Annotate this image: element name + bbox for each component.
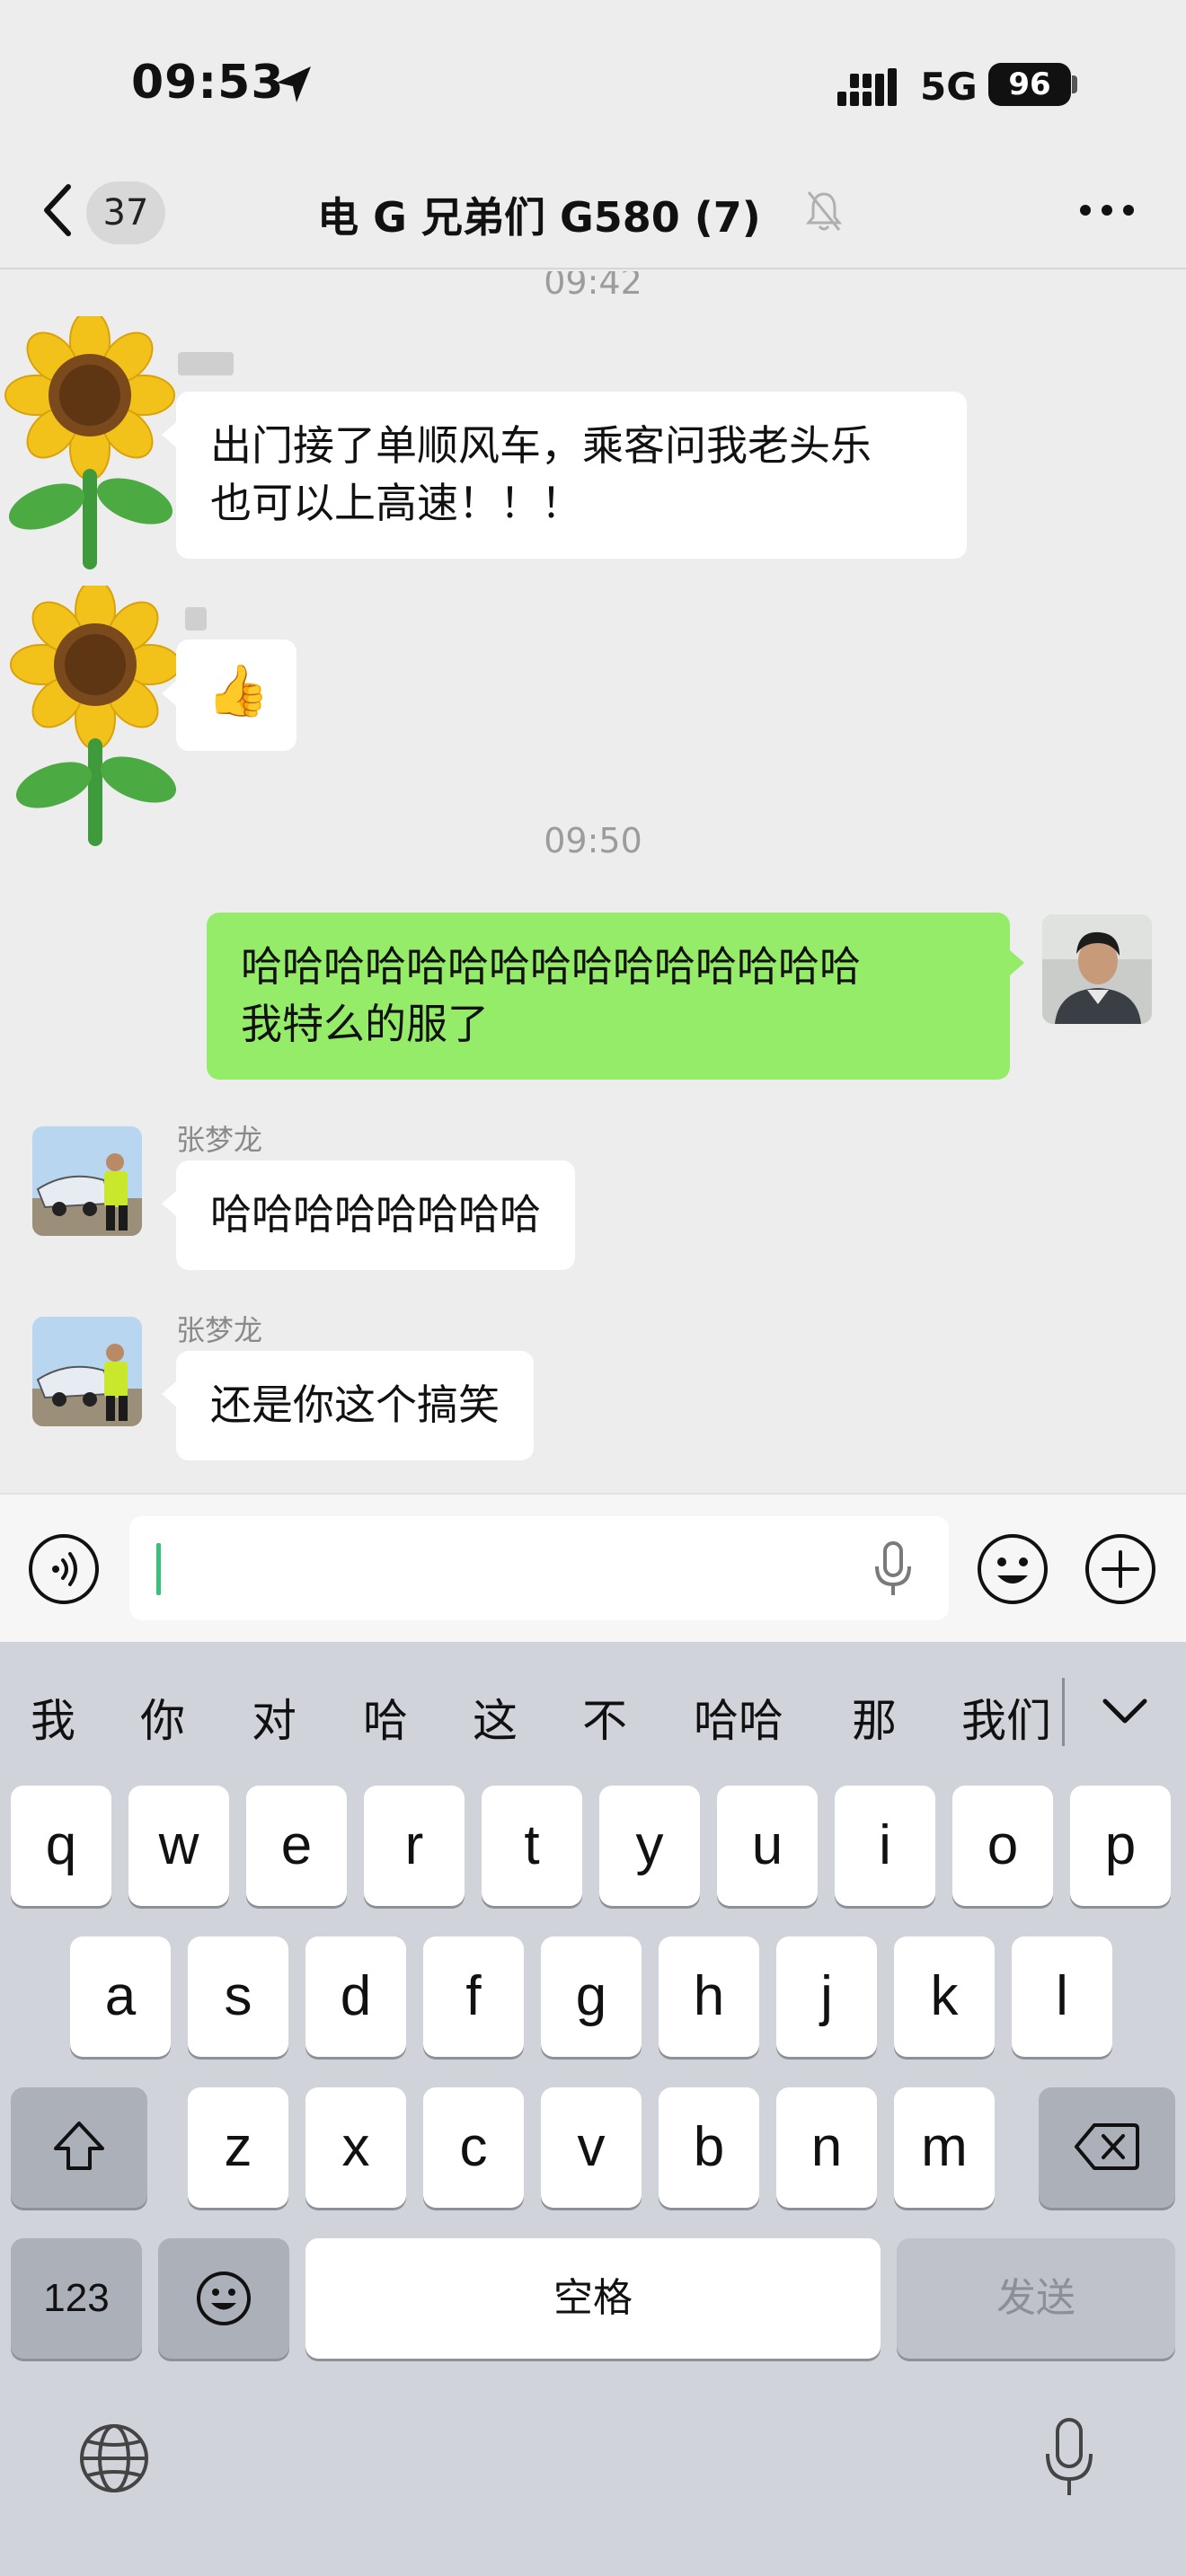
key-c[interactable]: c xyxy=(423,2087,524,2208)
emoji-key[interactable] xyxy=(158,2238,289,2359)
timestamp: 09:42 xyxy=(544,271,642,302)
key-e[interactable]: e xyxy=(246,1786,347,1906)
message-text-line: 哈哈哈哈哈哈哈哈哈哈哈哈哈哈哈 xyxy=(241,942,861,991)
candidate-word[interactable]: 对 xyxy=(252,1685,296,1750)
candidate-word[interactable]: 哈哈 xyxy=(694,1685,783,1750)
battery-cap xyxy=(1072,75,1077,93)
sender-name-redacted xyxy=(185,607,207,631)
globe-icon[interactable] xyxy=(77,2422,151,2495)
chat-title[interactable]: 电 G 兄弟们 G580 (7) xyxy=(270,185,809,244)
bubble-tail xyxy=(162,1191,176,1216)
key-d[interactable]: d xyxy=(305,1936,406,2057)
key-t[interactable]: t xyxy=(482,1786,582,1906)
my-avatar[interactable] xyxy=(1042,914,1152,1024)
timestamp: 09:50 xyxy=(544,821,642,860)
battery-level: 96 xyxy=(988,63,1071,106)
chat-message-list[interactable]: 09:42 出门接了单顺风车，乘客问我老头乐 也可以上高速！！！ 👍 09:50… xyxy=(0,271,1186,1493)
key-o[interactable]: o xyxy=(952,1786,1053,1906)
bubble-tail xyxy=(162,681,176,706)
back-chevron-icon[interactable] xyxy=(40,181,75,239)
space-key[interactable]: 空格 xyxy=(305,2238,881,2359)
message-text-line: 出门接了单顺风车，乘客问我老头乐 xyxy=(210,421,872,470)
message-bubble[interactable]: 还是你这个搞笑 xyxy=(176,1351,534,1460)
message-input[interactable] xyxy=(129,1516,949,1620)
sender-name-redacted xyxy=(178,352,234,375)
text-caret xyxy=(156,1543,161,1595)
message-text: 还是你这个搞笑 xyxy=(210,1381,500,1429)
emoji-face-icon xyxy=(197,2272,251,2325)
backspace-icon xyxy=(1075,2123,1139,2170)
chat-nav-bar: 37 电 G 兄弟们 G580 (7) xyxy=(0,162,1186,269)
muted-bell-icon xyxy=(805,191,843,231)
dictation-microphone-icon[interactable] xyxy=(1042,2416,1096,2501)
message-bubble[interactable]: 👍 xyxy=(176,640,296,751)
cellular-signal-icon xyxy=(837,68,897,106)
key-j[interactable]: j xyxy=(776,1936,877,2057)
key-s[interactable]: s xyxy=(188,1936,288,2057)
key-w[interactable]: w xyxy=(128,1786,229,1906)
candidate-word[interactable]: 不 xyxy=(582,1685,627,1750)
key-i[interactable]: i xyxy=(835,1786,935,1906)
key-g[interactable]: g xyxy=(541,1936,642,2057)
location-arrow-icon xyxy=(277,66,311,102)
key-p[interactable]: p xyxy=(1070,1786,1171,1906)
key-k[interactable]: k xyxy=(894,1936,995,2057)
sunflower-avatar[interactable] xyxy=(5,586,185,855)
key-m[interactable]: m xyxy=(894,2087,995,2208)
message-text-line: 也可以上高速！！！ xyxy=(210,479,582,527)
zhang-menglong-avatar[interactable] xyxy=(32,1317,142,1426)
key-q[interactable]: q xyxy=(11,1786,111,1906)
expand-candidates-chevron-icon[interactable] xyxy=(1102,1696,1148,1726)
send-key[interactable]: 发送 xyxy=(897,2238,1175,2359)
candidate-word[interactable]: 我们 xyxy=(961,1685,1051,1750)
bubble-tail xyxy=(162,422,176,447)
candidate-divider xyxy=(1062,1678,1065,1746)
shift-key[interactable] xyxy=(11,2087,147,2208)
voice-mode-icon[interactable] xyxy=(27,1532,101,1606)
candidate-word[interactable]: 这 xyxy=(473,1685,518,1750)
sunflower-avatar[interactable] xyxy=(0,316,180,577)
key-y[interactable]: y xyxy=(599,1786,700,1906)
delete-key[interactable] xyxy=(1039,2087,1175,2208)
thumbs-up-emoji: 👍 xyxy=(207,662,270,720)
key-b[interactable]: b xyxy=(659,2087,759,2208)
candidate-word[interactable]: 你 xyxy=(140,1685,185,1750)
message-text: 哈哈哈哈哈哈哈哈 xyxy=(210,1190,541,1239)
message-bubble[interactable]: 哈哈哈哈哈哈哈哈 xyxy=(176,1160,575,1270)
numbers-key[interactable]: 123 xyxy=(11,2238,142,2359)
sender-name: 张梦龙 xyxy=(176,1313,263,1347)
network-type: 5G xyxy=(920,65,978,109)
key-v[interactable]: v xyxy=(541,2087,642,2208)
key-f[interactable]: f xyxy=(423,1936,524,2057)
message-input-bar xyxy=(0,1493,1186,1642)
status-time: 09:53 xyxy=(131,56,285,110)
message-text-line: 我特么的服了 xyxy=(241,1000,489,1048)
key-z[interactable]: z xyxy=(188,2087,288,2208)
sender-name: 张梦龙 xyxy=(176,1123,263,1157)
more-options-icon[interactable] xyxy=(1078,201,1136,219)
candidate-word[interactable]: 我 xyxy=(31,1685,75,1750)
shift-arrow-icon xyxy=(54,2122,104,2170)
unread-count-badge[interactable]: 37 xyxy=(86,181,165,244)
add-plus-icon[interactable] xyxy=(1084,1532,1157,1606)
key-l[interactable]: l xyxy=(1012,1936,1112,2057)
key-x[interactable]: x xyxy=(305,2087,406,2208)
my-message-bubble[interactable]: 哈哈哈哈哈哈哈哈哈哈哈哈哈哈哈 我特么的服了 xyxy=(207,913,1010,1080)
bubble-tail xyxy=(1010,950,1024,975)
key-h[interactable]: h xyxy=(659,1936,759,2057)
key-a[interactable]: a xyxy=(70,1936,171,2057)
ios-keyboard: 我 你 对 哈 这 不 哈哈 那 我们 q w e r t y u i o p … xyxy=(0,1642,1186,2576)
candidate-word[interactable]: 那 xyxy=(852,1685,897,1750)
key-r[interactable]: r xyxy=(364,1786,465,1906)
zhang-menglong-avatar[interactable] xyxy=(32,1126,142,1236)
status-bar: 09:53 5G 96 xyxy=(0,0,1186,162)
emoji-icon[interactable] xyxy=(976,1532,1049,1606)
key-u[interactable]: u xyxy=(717,1786,818,1906)
microphone-icon[interactable] xyxy=(866,1539,920,1597)
bubble-tail xyxy=(162,1381,176,1407)
key-n[interactable]: n xyxy=(776,2087,877,2208)
candidate-word[interactable]: 哈 xyxy=(363,1685,408,1750)
message-bubble[interactable]: 出门接了单顺风车，乘客问我老头乐 也可以上高速！！！ xyxy=(176,392,967,559)
